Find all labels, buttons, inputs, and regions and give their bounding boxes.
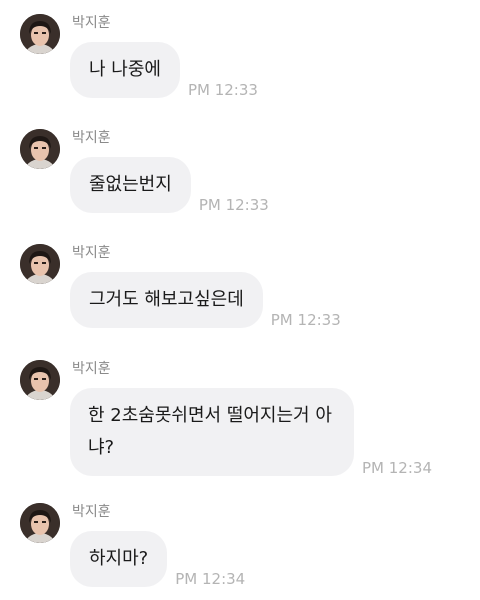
- message-time: PM 12:34: [175, 570, 246, 588]
- message-bubble[interactable]: 줄없는번지: [70, 157, 191, 213]
- message-bubble[interactable]: 한 2초숨못쉬면서 떨어지는거 아냐?: [70, 388, 354, 476]
- message-row: 줄없는번지 PM 12:33: [70, 157, 269, 213]
- message-time: PM 12:33: [270, 311, 341, 329]
- avatar-photo-icon: [20, 244, 60, 284]
- avatar[interactable]: [20, 360, 60, 400]
- message-row: 한 2초숨못쉬면서 떨어지는거 아냐? PM 12:34: [70, 388, 432, 476]
- message-bubble[interactable]: 나 나중에: [70, 42, 180, 98]
- message-time: PM 12:34: [362, 459, 432, 477]
- message-row: 그거도 해보고싶은데 PM 12:33: [70, 272, 341, 328]
- avatar[interactable]: [20, 129, 60, 169]
- sender-name: 박지훈: [72, 504, 111, 520]
- avatar[interactable]: [20, 14, 60, 54]
- sender-name: 박지훈: [72, 15, 111, 31]
- message-time: PM 12:33: [198, 196, 269, 214]
- message-row: 하지마? PM 12:34: [70, 531, 245, 587]
- avatar-photo-icon: [20, 503, 60, 543]
- message-bubble[interactable]: 하지마?: [70, 531, 168, 587]
- message-time: PM 12:33: [187, 81, 258, 99]
- sender-name: 박지훈: [72, 361, 111, 377]
- avatar[interactable]: [20, 503, 60, 543]
- sender-name: 박지훈: [72, 130, 111, 146]
- avatar-photo-icon: [20, 360, 60, 400]
- message-row: 나 나중에 PM 12:33: [70, 42, 258, 98]
- avatar-photo-icon: [20, 14, 60, 54]
- message-bubble[interactable]: 그거도 해보고싶은데: [70, 272, 263, 328]
- sender-name: 박지훈: [72, 245, 111, 261]
- chat-message-list[interactable]: 박지훈 나 나중에 PM 12:33 박지훈 줄없는번지 PM 12:33 박지…: [0, 0, 480, 600]
- avatar[interactable]: [20, 244, 60, 284]
- avatar-photo-icon: [20, 129, 60, 169]
